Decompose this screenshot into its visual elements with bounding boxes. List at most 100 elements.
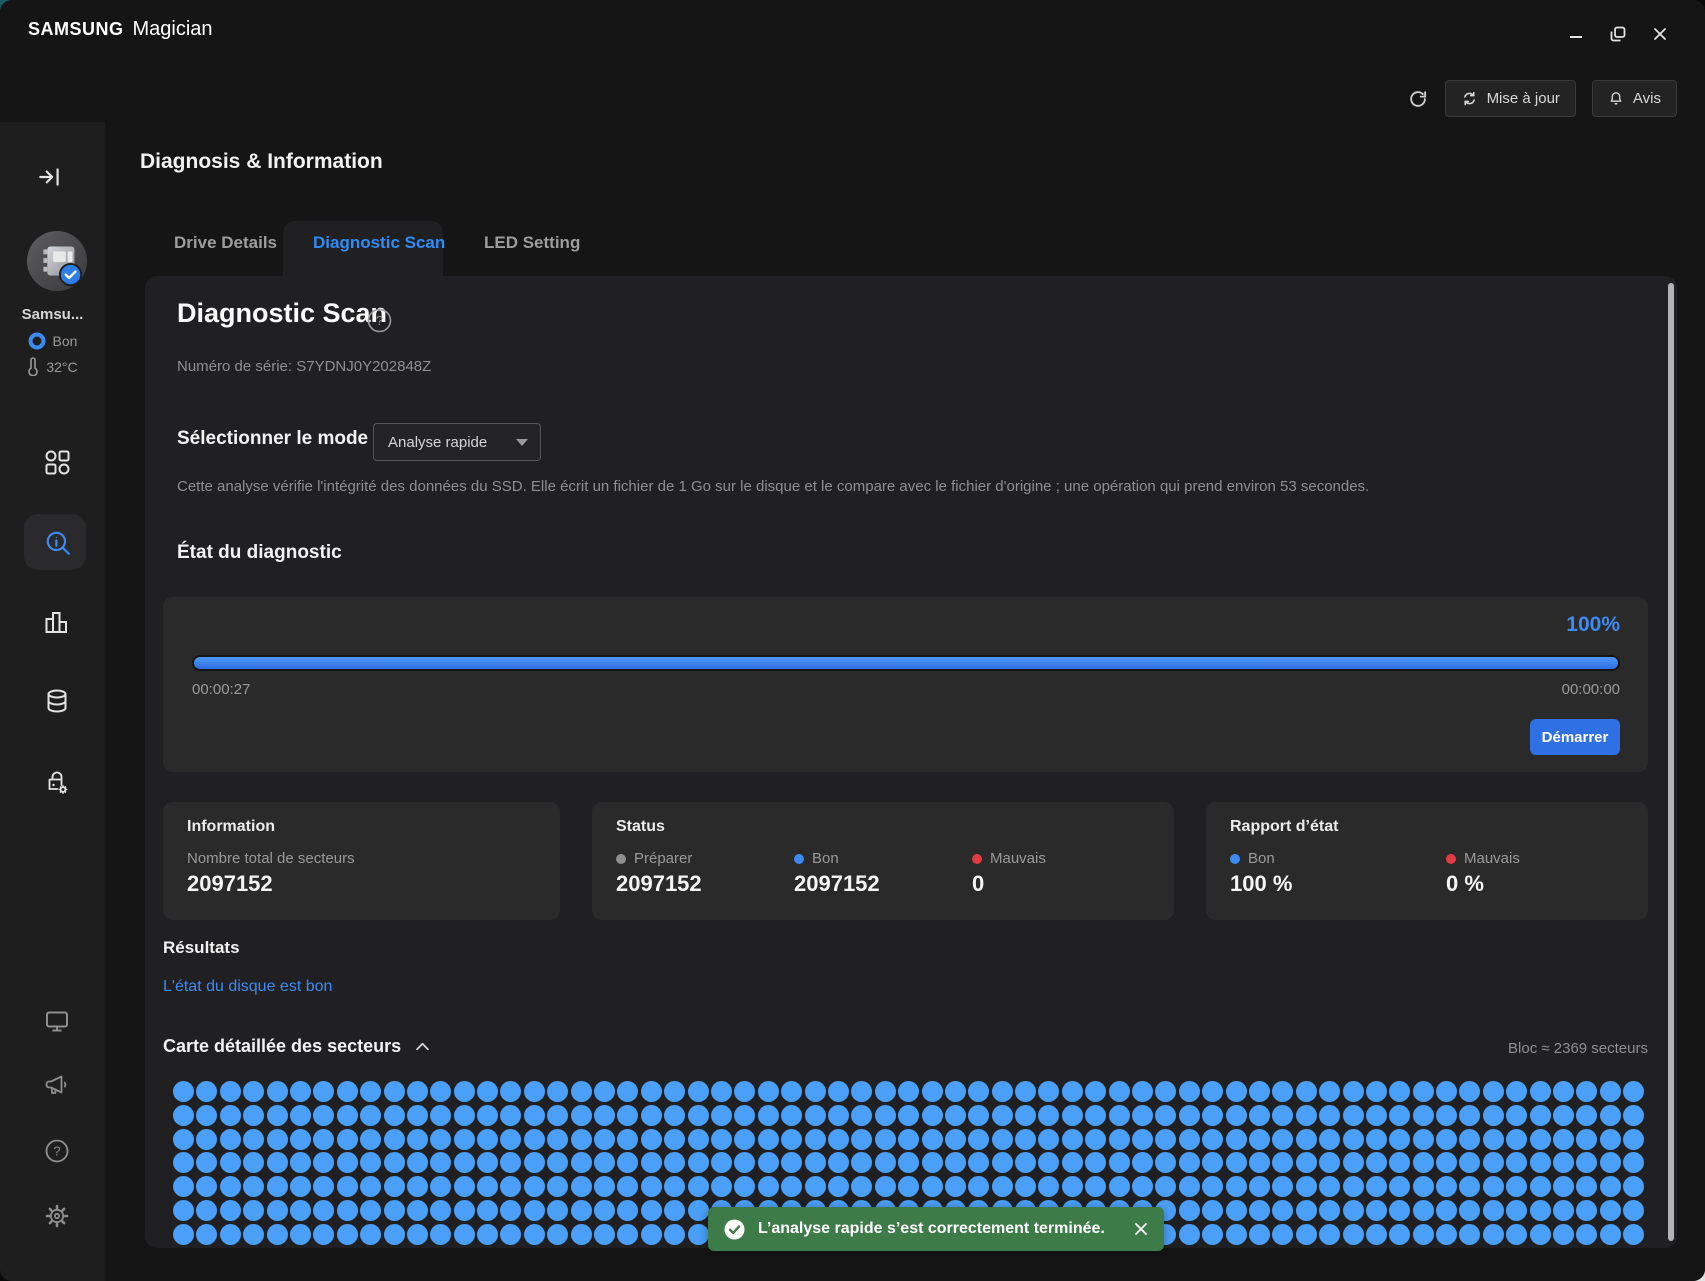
sector-dot	[1413, 1200, 1434, 1221]
sector-map-toggle[interactable]: Carte détaillée des secteurs	[163, 1036, 430, 1057]
tab-diagnostic-scan[interactable]: Diagnostic Scan	[307, 232, 451, 254]
toast-close-button[interactable]	[1134, 1222, 1148, 1236]
sector-dot	[1483, 1176, 1504, 1197]
sector-dot	[524, 1224, 545, 1245]
chevron-down-icon	[516, 439, 528, 446]
sidebar-item-diagnosis[interactable]	[44, 529, 72, 557]
vertical-scrollbar[interactable]	[1668, 283, 1674, 1241]
tab-led-setting[interactable]: LED Setting	[478, 232, 586, 254]
sidebar-item-security[interactable]	[44, 769, 70, 795]
sector-dot	[454, 1081, 475, 1102]
drive-avatar[interactable]	[26, 230, 88, 292]
sector-dot	[1249, 1105, 1270, 1126]
sector-dot	[828, 1105, 849, 1126]
sector-dot	[1366, 1129, 1387, 1150]
sector-dot	[992, 1176, 1013, 1197]
notice-button[interactable]: Avis	[1592, 80, 1677, 117]
tab-drive-details[interactable]: Drive Details	[168, 232, 283, 254]
sector-dot	[1553, 1129, 1574, 1150]
sector-dot	[1343, 1105, 1364, 1126]
sector-dot	[337, 1200, 358, 1221]
drive-name: Samsu...	[0, 306, 105, 323]
drive-temperature-label: 32°C	[46, 359, 77, 375]
sector-dot	[547, 1152, 568, 1173]
sidebar-item-settings[interactable]	[44, 1203, 70, 1229]
restore-button[interactable]	[1605, 22, 1631, 46]
total-sectors-value: 2097152	[187, 871, 365, 897]
sector-dot	[711, 1105, 732, 1126]
sector-dot	[500, 1105, 521, 1126]
sector-dot	[337, 1176, 358, 1197]
minimize-icon	[1568, 26, 1584, 42]
sector-dot	[1319, 1081, 1340, 1102]
megaphone-icon	[44, 1072, 70, 1098]
scan-help-button[interactable]: ?	[367, 308, 392, 333]
sector-dot	[805, 1081, 826, 1102]
refresh-button[interactable]	[1407, 88, 1429, 110]
bad-label: Mauvais	[990, 850, 1046, 867]
brand-magician: Magician	[133, 18, 213, 41]
sidebar-item-dashboard[interactable]	[44, 449, 70, 475]
sector-dot	[1530, 1105, 1551, 1126]
main-content: Diagnosis & Information Drive Details Di…	[105, 122, 1705, 1281]
sector-dot	[220, 1152, 241, 1173]
sector-dot	[243, 1200, 264, 1221]
sector-dot	[1319, 1224, 1340, 1245]
sector-dot	[220, 1200, 241, 1221]
sector-dot	[337, 1224, 358, 1245]
sector-dot	[407, 1105, 428, 1126]
start-button[interactable]: Démarrer	[1530, 719, 1620, 755]
sidebar-item-data-management[interactable]	[44, 688, 70, 714]
update-button[interactable]: Mise à jour	[1445, 80, 1576, 117]
sidebar-item-announcements[interactable]	[44, 1072, 70, 1098]
sector-dot	[267, 1129, 288, 1150]
sector-dot	[547, 1200, 568, 1221]
status-prepare-stat: Préparer 2097152	[616, 850, 794, 897]
sector-dot	[945, 1105, 966, 1126]
restore-icon	[1609, 25, 1627, 43]
sector-dot	[1062, 1176, 1083, 1197]
progress-bar[interactable]	[192, 655, 1620, 671]
svg-text:?: ?	[53, 1144, 60, 1159]
sector-dot	[430, 1200, 451, 1221]
sector-dot	[360, 1129, 381, 1150]
sector-dot	[1576, 1176, 1597, 1197]
sector-dot	[1506, 1200, 1527, 1221]
sector-dot	[851, 1152, 872, 1173]
sidebar-item-help[interactable]: ?	[44, 1138, 70, 1164]
sector-dot	[290, 1200, 311, 1221]
sidebar-item-performance[interactable]	[44, 609, 70, 635]
notice-button-label: Avis	[1633, 90, 1661, 107]
sector-dot	[1272, 1105, 1293, 1126]
report-bad-bullet-icon	[1446, 854, 1456, 864]
sector-dot	[1179, 1224, 1200, 1245]
sector-dot	[641, 1152, 662, 1173]
sector-dot	[1132, 1081, 1153, 1102]
sector-dot	[547, 1105, 568, 1126]
close-button[interactable]	[1647, 22, 1673, 46]
sector-dot	[922, 1081, 943, 1102]
report-good-stat: Bon 100 %	[1230, 850, 1446, 897]
sector-dot	[758, 1176, 779, 1197]
sector-dot	[617, 1129, 638, 1150]
sector-dot	[992, 1081, 1013, 1102]
sidebar-item-system[interactable]	[44, 1008, 70, 1034]
minimize-button[interactable]	[1563, 22, 1589, 46]
sector-map-title: Carte détaillée des secteurs	[163, 1036, 401, 1057]
sector-dot	[1413, 1152, 1434, 1173]
scan-mode-select[interactable]: Analyse rapide	[373, 423, 541, 461]
sector-dot	[1179, 1105, 1200, 1126]
sector-dot	[664, 1105, 685, 1126]
sector-dot	[1085, 1152, 1106, 1173]
sector-dot	[1272, 1224, 1293, 1245]
sidebar-collapse-toggle[interactable]	[37, 164, 63, 190]
sector-dot	[1389, 1176, 1410, 1197]
sector-dot	[1062, 1081, 1083, 1102]
sector-dot	[313, 1081, 334, 1102]
information-card-title: Information	[187, 818, 536, 836]
drive-health-row: Bon	[0, 332, 105, 350]
sector-dot	[500, 1081, 521, 1102]
sector-dot	[1436, 1176, 1457, 1197]
sector-dot	[1202, 1129, 1223, 1150]
sector-dot	[1155, 1152, 1176, 1173]
